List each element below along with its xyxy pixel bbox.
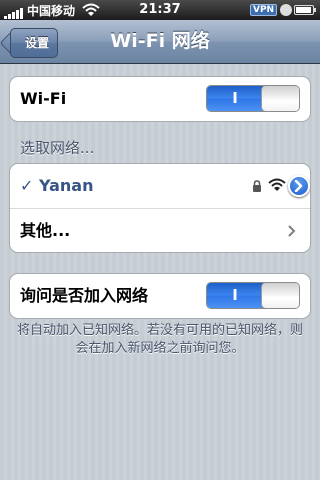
navigation-bar: 设置 Wi-Fi 网络	[0, 20, 320, 64]
wifi-switch-knob[interactable]	[261, 86, 299, 111]
network-detail-button[interactable]	[288, 175, 310, 197]
choose-network-header: 选取网络...	[20, 139, 95, 157]
wifi-row: Wi-Fi I	[10, 77, 310, 121]
ask-to-join-row: 询问是否加入网络 I	[10, 274, 310, 318]
ask-to-join-switch-on-text: I	[232, 286, 238, 304]
page-title: Wi-Fi 网络	[110, 30, 210, 52]
ask-to-join-group: 询问是否加入网络 I	[9, 273, 311, 319]
other-network-label: 其他...	[20, 221, 71, 240]
chevron-right-icon	[294, 180, 303, 192]
battery-icon	[294, 5, 316, 15]
ask-to-join-switch[interactable]: I	[206, 282, 300, 309]
network-row-yanan[interactable]: ✓ Yanan	[10, 164, 310, 208]
rotation-lock-icon	[280, 4, 292, 16]
network-list: ✓ Yanan 其他...	[9, 163, 311, 253]
wifi-group: Wi-Fi I	[9, 76, 311, 122]
chevron-right-icon	[288, 225, 296, 237]
ask-to-join-footer: 将自动加入已知网络。若没有可用的已知网络，则会在加入新网络之前询问您。	[16, 323, 303, 356]
network-name: Yanan	[38, 176, 94, 195]
wifi-signal-icon	[268, 178, 286, 191]
network-row-label: ✓ Yanan	[20, 164, 93, 208]
status-bar: 中国移动 21:37 VPN	[0, 0, 320, 20]
wifi-switch-on-text: I	[232, 89, 238, 107]
vpn-badge: VPN	[250, 4, 278, 16]
ask-to-join-switch-knob[interactable]	[261, 283, 299, 308]
wifi-switch[interactable]: I	[206, 85, 300, 112]
wifi-label: Wi-Fi	[20, 89, 67, 108]
network-row-other[interactable]: 其他...	[10, 208, 310, 252]
ask-to-join-label: 询问是否加入网络	[20, 286, 149, 305]
lock-icon	[253, 180, 261, 192]
checkmark-icon: ✓	[20, 176, 34, 195]
